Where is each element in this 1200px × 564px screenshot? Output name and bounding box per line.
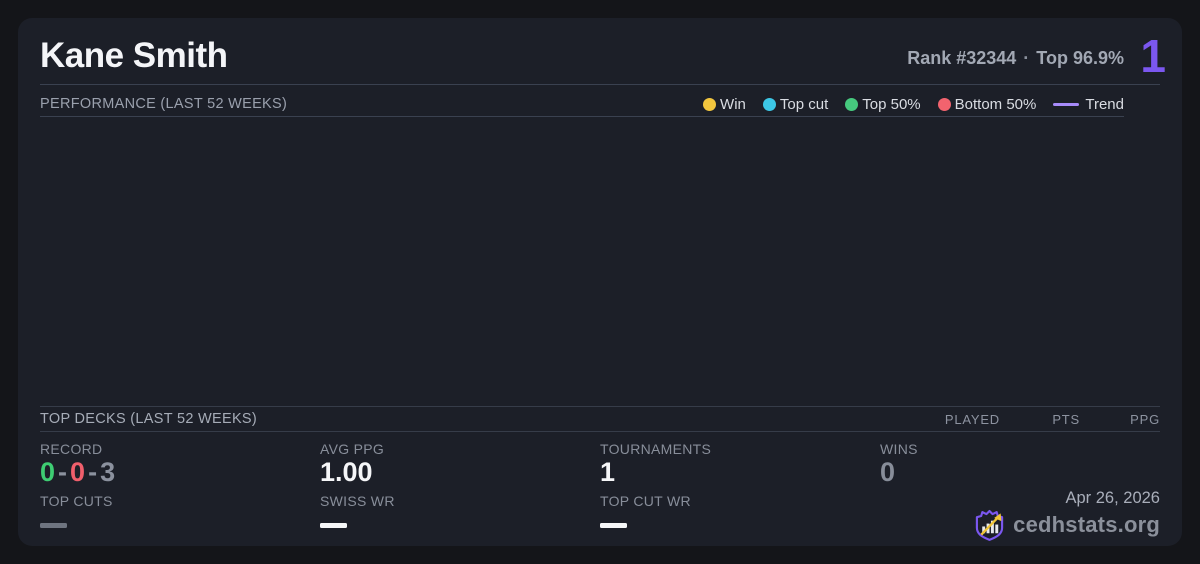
brand-link[interactable]: cedhstats.org <box>974 508 1160 542</box>
win-dot-icon <box>703 97 717 111</box>
header-divider <box>40 84 1160 85</box>
legend-item-top-cut: Top cut <box>762 95 829 113</box>
tournaments-label: TOURNAMENTS <box>600 441 712 457</box>
record-separator: - <box>58 457 68 487</box>
page-title: Kane Smith <box>40 36 228 75</box>
count-badge: 1 <box>1140 30 1166 82</box>
legend-label: Bottom 50% <box>954 95 1037 113</box>
top-cut-dot-icon <box>762 97 776 111</box>
legend-label: Top 50% <box>862 95 921 113</box>
wins-label: WINS <box>880 441 918 457</box>
rank-text: Rank #32344 · Top 96.9% <box>907 46 1124 70</box>
top-50-dot-icon <box>845 97 859 111</box>
record-value: 0-0-3 <box>40 457 115 487</box>
avg-ppg-value: 1.00 <box>320 457 373 487</box>
column-header-played: PLAYED <box>944 412 1000 427</box>
top-cut-wr-label: TOP CUT WR <box>600 493 691 509</box>
swiss-wr-value-dash <box>320 523 347 528</box>
record-losses: 0 <box>70 457 86 487</box>
player-stats-card: Kane Smith Rank #32344 · Top 96.9% 1 PERFO… <box>18 18 1182 546</box>
record-wins: 0 <box>40 457 56 487</box>
cedhstats-logo-icon <box>975 509 1004 541</box>
top-decks-section-title: TOP DECKS (LAST 52 WEEKS) <box>40 411 258 427</box>
top-percent: Top 96.9% <box>1036 48 1124 68</box>
legend-item-trend: Trend <box>1053 96 1124 113</box>
record-draws: 3 <box>100 457 116 487</box>
column-header-pts: PTS <box>1052 412 1080 427</box>
legend-label: Top cut <box>779 95 829 113</box>
performance-section-title: PERFORMANCE (LAST 52 WEEKS) <box>40 96 288 112</box>
performance-chart-area <box>40 117 1124 405</box>
top-cuts-label: TOP CUTS <box>40 493 113 509</box>
chart-legend: Win Top cut Top 50% Bottom 50% Trend <box>703 94 1124 114</box>
swiss-wr-label: SWISS WR <box>320 493 395 509</box>
trend-line-icon <box>1053 102 1080 106</box>
brand-text: cedhstats.org <box>1013 512 1160 537</box>
rank-number: Rank #32344 <box>907 48 1017 68</box>
legend-label: Trend <box>1085 95 1124 113</box>
tournaments-value: 1 <box>600 457 616 487</box>
top-cut-wr-value-dash <box>600 523 627 528</box>
bottom-50-dot-icon <box>937 97 951 111</box>
legend-label: Win <box>720 95 746 113</box>
top-cuts-value-dash <box>40 523 67 528</box>
legend-item-bottom-50: Bottom 50% <box>937 95 1037 113</box>
date-text: Apr 26, 2026 <box>1065 489 1161 507</box>
avg-ppg-label: AVG PPG <box>320 441 385 457</box>
legend-item-top-50: Top 50% <box>845 95 921 113</box>
rank-separator: · <box>1023 48 1030 68</box>
record-label: RECORD <box>40 441 103 457</box>
top-decks-header-row: TOP DECKS (LAST 52 WEEKS) PLAYED PTS PPG <box>40 406 1160 432</box>
record-separator: - <box>88 457 98 487</box>
wins-value: 0 <box>880 457 896 487</box>
legend-item-win: Win <box>703 96 746 113</box>
column-header-ppg: PPG <box>1130 412 1160 427</box>
